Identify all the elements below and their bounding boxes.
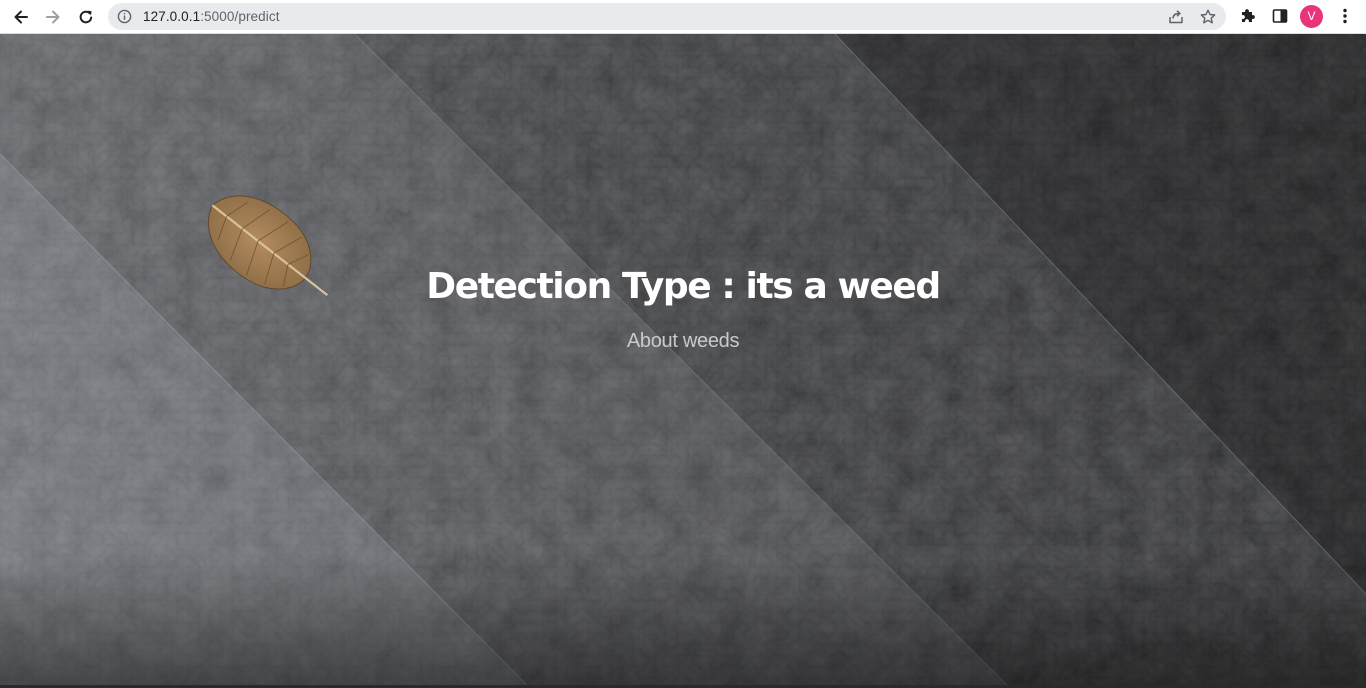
back-button[interactable]: [8, 4, 34, 30]
arrow-left-icon: [14, 10, 28, 24]
url-path: :5000/predict: [200, 9, 280, 24]
browser-menu-button[interactable]: [1335, 6, 1355, 26]
reload-button[interactable]: [73, 4, 99, 30]
puzzle-icon: [1242, 9, 1255, 22]
side-panel-icon: [1272, 9, 1288, 23]
about-weeds-subheading: About weeds: [626, 330, 740, 352]
star-icon[interactable]: [1199, 8, 1217, 26]
forward-button[interactable]: [40, 4, 66, 30]
detection-type-heading: Detection Type : its a weed: [426, 266, 941, 307]
info-icon[interactable]: [117, 9, 132, 24]
profile-avatar[interactable]: V: [1300, 5, 1323, 28]
share-icon[interactable]: [1167, 8, 1185, 26]
side-panel-button[interactable]: [1270, 6, 1290, 26]
address-bar[interactable]: 127.0.0.1:5000/predict: [108, 3, 1226, 30]
hero-background: [0, 34, 1366, 688]
predict-page: Detection Type : its a weed About weeds: [0, 34, 1366, 688]
browser-toolbar: 127.0.0.1:5000/predict V: [0, 0, 1366, 34]
arrow-right-icon: [46, 10, 60, 24]
extensions-button[interactable]: [1238, 6, 1258, 26]
url-host: 127.0.0.1: [143, 9, 201, 24]
reload-icon: [79, 10, 93, 24]
url-text[interactable]: 127.0.0.1:5000/predict: [143, 8, 280, 25]
kebab-menu-icon: [1343, 8, 1347, 24]
